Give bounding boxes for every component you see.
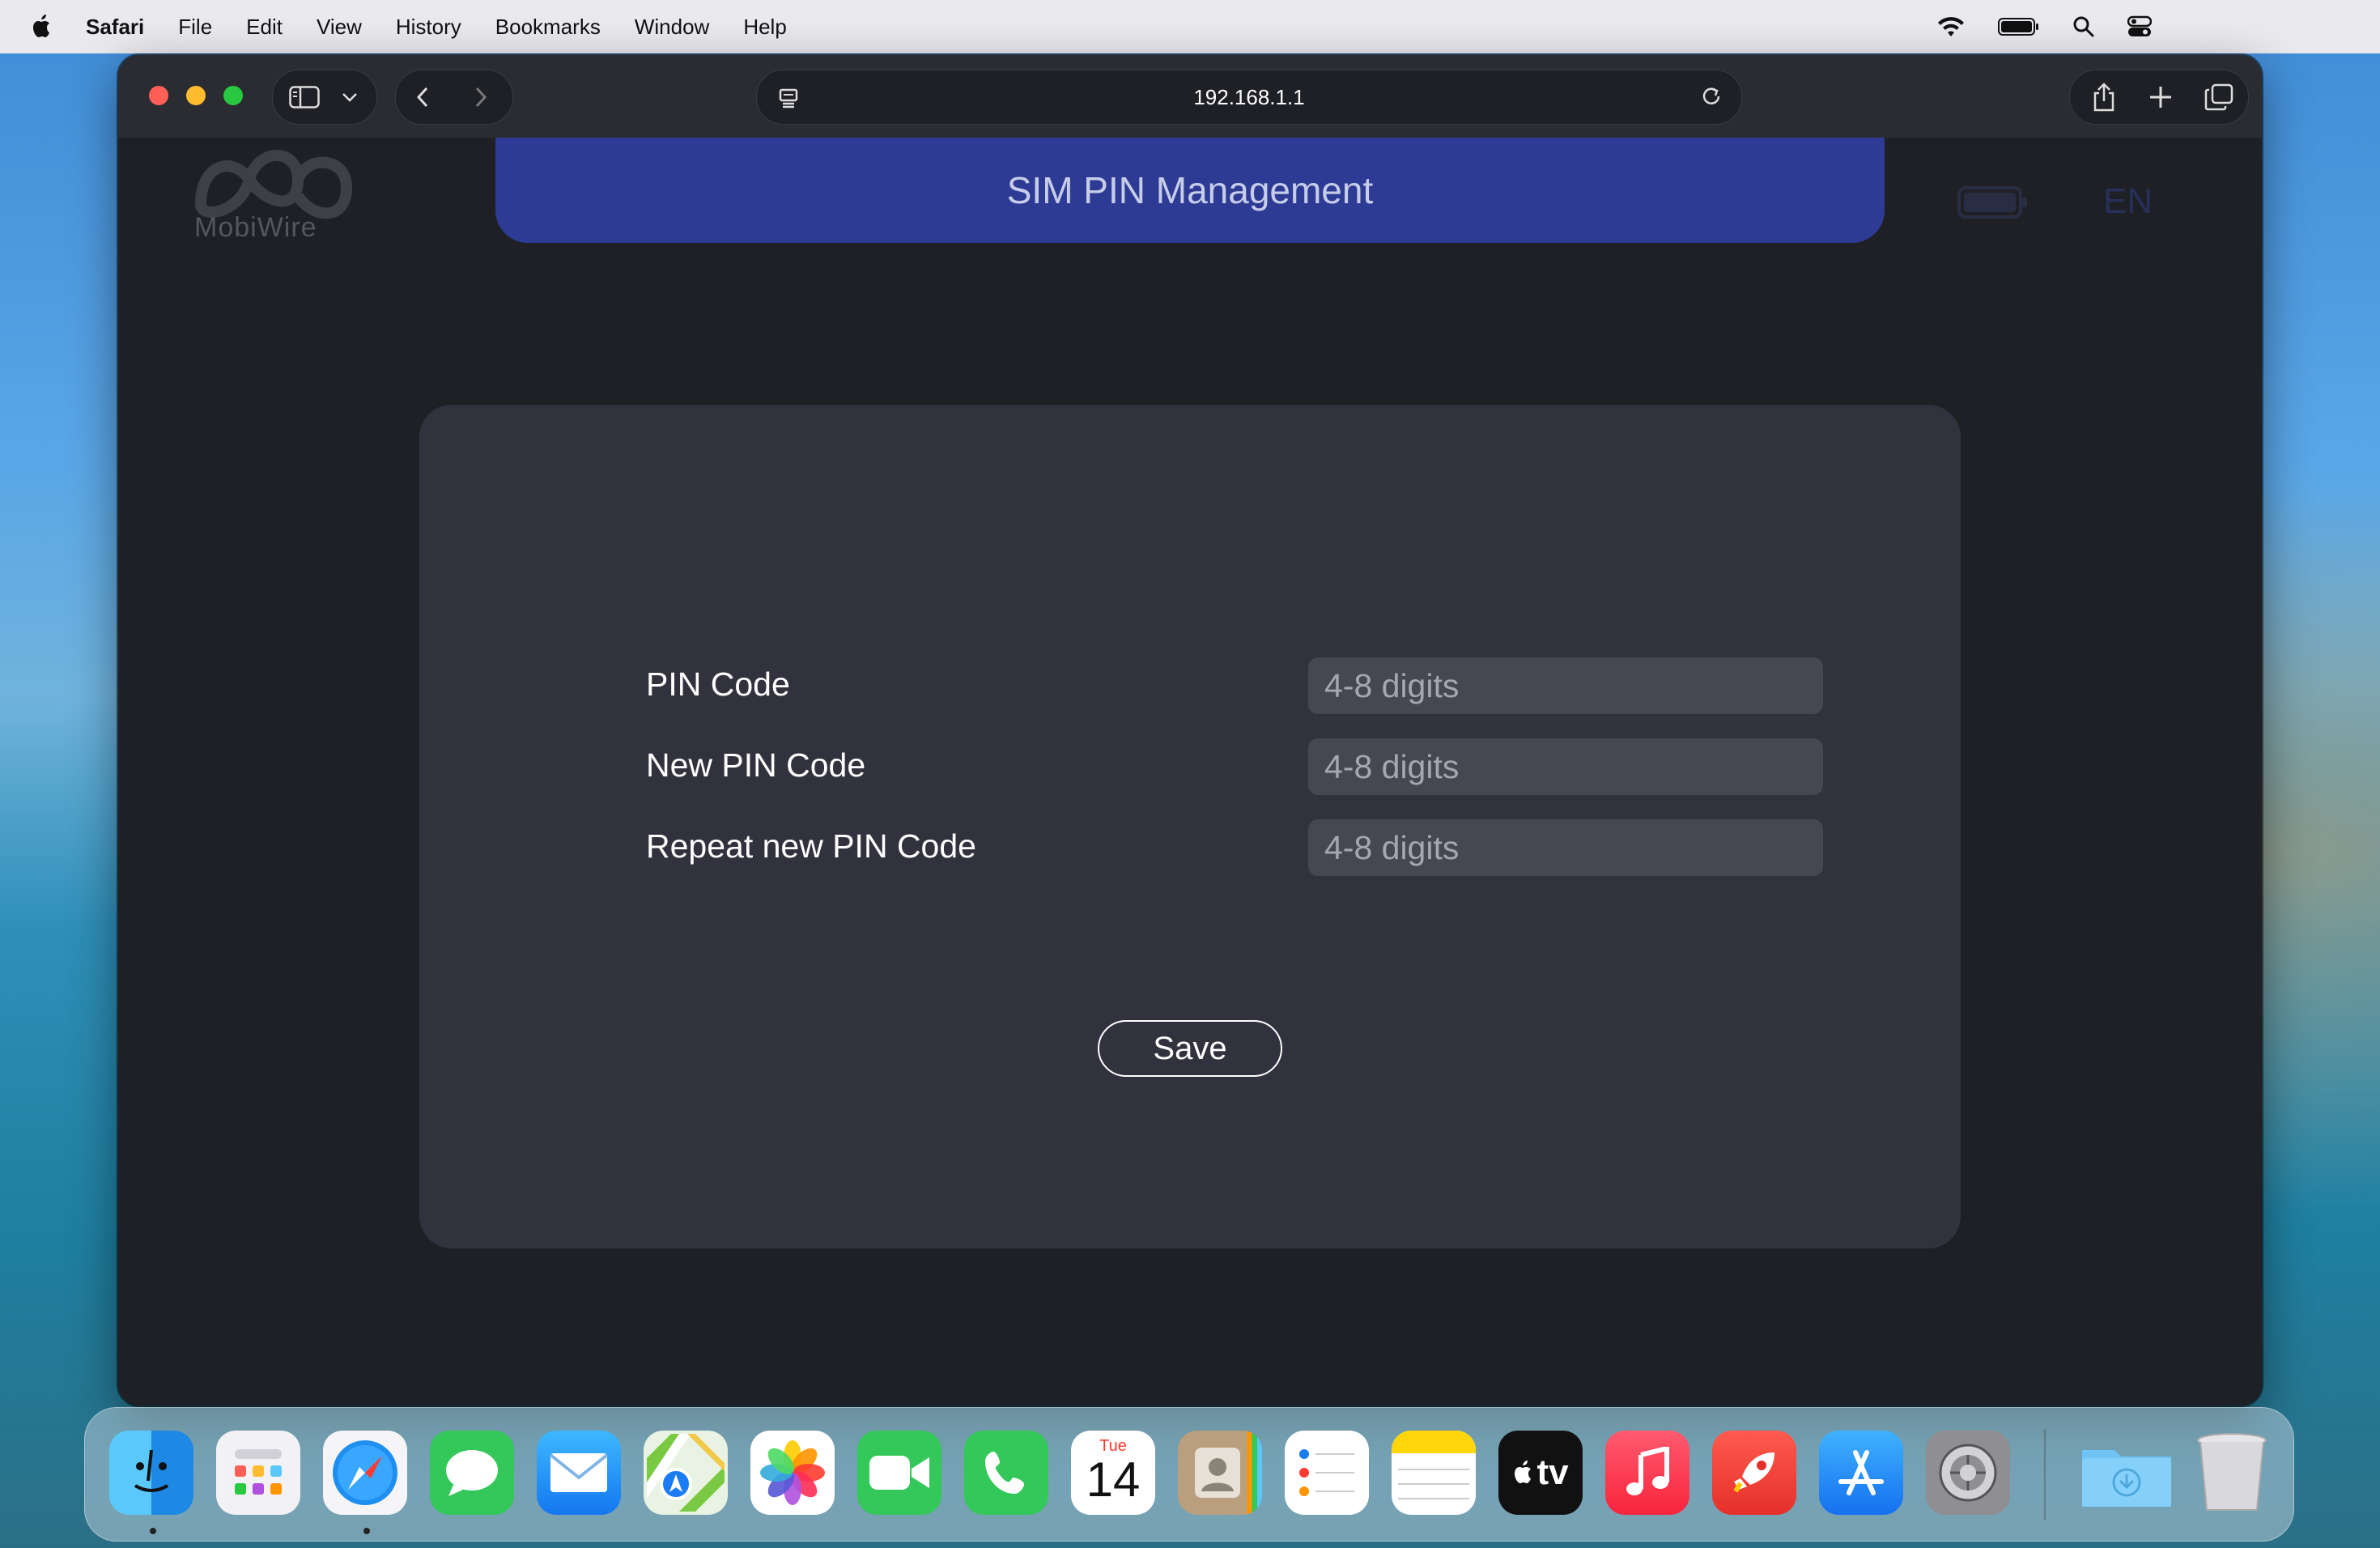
reminders-icon[interactable]: [1285, 1431, 1369, 1515]
new-tab-icon[interactable]: [2148, 84, 2174, 114]
search-icon[interactable]: [2072, 15, 2095, 38]
menu-help[interactable]: Help: [743, 15, 786, 40]
apple-icon[interactable]: [31, 13, 55, 40]
music-icon[interactable]: [1605, 1431, 1689, 1515]
menu-file[interactable]: File: [178, 15, 212, 40]
trash-icon[interactable]: [2190, 1431, 2274, 1515]
pin-code-row: PIN Code: [419, 657, 1961, 714]
sidebar-icon[interactable]: [289, 86, 320, 113]
navigation-group: [395, 70, 513, 125]
mail-icon[interactable]: [537, 1431, 621, 1515]
system-settings-icon[interactable]: [1926, 1431, 2010, 1515]
zoom-window-button[interactable]: [223, 86, 243, 105]
battery-icon[interactable]: [1998, 16, 2040, 37]
menu-app-name[interactable]: Safari: [86, 15, 144, 40]
chevron-down-icon[interactable]: [341, 91, 359, 107]
sidebar-toggle-group: [272, 70, 377, 125]
page-title-banner: SIM PIN Management: [495, 138, 1885, 243]
tv-icon[interactable]: tv: [1498, 1431, 1583, 1515]
calendar-date: 14: [1086, 1452, 1141, 1507]
repeat-pin-code-label: Repeat new PIN Code: [646, 827, 976, 865]
photos-icon[interactable]: [750, 1431, 835, 1515]
safari-icon[interactable]: [323, 1431, 407, 1515]
dock-divider: [2044, 1429, 2046, 1520]
maps-icon[interactable]: [644, 1431, 728, 1515]
contacts-icon[interactable]: [1178, 1431, 1262, 1515]
battery-status-icon: [1957, 185, 2030, 224]
reload-icon[interactable]: [1701, 87, 1723, 113]
menu-bookmarks[interactable]: Bookmarks: [495, 15, 601, 40]
phone-icon[interactable]: [964, 1431, 1048, 1515]
new-pin-code-row: New PIN Code: [419, 738, 1961, 795]
messages-icon[interactable]: [430, 1431, 514, 1515]
right-toolbar-group: [2069, 70, 2249, 125]
rocket-icon[interactable]: [1712, 1431, 1796, 1515]
pin-code-input[interactable]: [1308, 657, 1823, 714]
address-bar[interactable]: 192.168.1.1: [756, 70, 1742, 125]
calendar-icon[interactable]: Tue 14: [1071, 1431, 1155, 1515]
tv-label: tv: [1536, 1452, 1569, 1492]
pin-code-label: PIN Code: [646, 666, 790, 703]
launchpad-icon[interactable]: [216, 1431, 300, 1515]
menu-window[interactable]: Window: [635, 15, 709, 40]
app-store-icon[interactable]: [1819, 1431, 1903, 1515]
browser-toolbar: 192.168.1.1: [118, 55, 2262, 138]
repeat-pin-code-row: Repeat new PIN Code: [419, 819, 1961, 876]
wifi-icon[interactable]: [1936, 15, 1966, 38]
facetime-icon[interactable]: [857, 1431, 941, 1515]
control-center-icon[interactable]: [2127, 15, 2152, 38]
logo-text: MobiWire: [194, 212, 317, 243]
new-pin-code-input[interactable]: [1308, 738, 1823, 795]
repeat-pin-code-input[interactable]: [1308, 819, 1823, 876]
close-window-button[interactable]: [149, 86, 168, 105]
notes-icon[interactable]: [1392, 1431, 1476, 1515]
back-icon[interactable]: [415, 86, 430, 113]
tab-overview-icon[interactable]: [2204, 83, 2233, 115]
url-text[interactable]: 192.168.1.1: [757, 70, 1741, 124]
dock: Tue 14 tv: [84, 1407, 2294, 1542]
menu-edit[interactable]: Edit: [246, 15, 283, 40]
web-page: MobiWire SIM PIN Management EN PIN Code …: [118, 138, 2262, 1406]
downloads-folder-icon[interactable]: [2078, 1431, 2175, 1515]
forward-icon[interactable]: [474, 86, 488, 113]
pin-form-card: PIN Code New PIN Code Repeat new PIN Cod…: [419, 405, 1961, 1248]
menu-history[interactable]: History: [396, 15, 461, 40]
page-title: SIM PIN Management: [1006, 169, 1374, 211]
finder-icon[interactable]: [109, 1431, 193, 1515]
browser-window: 192.168.1.1 MobiWire SIM PIN Management: [118, 55, 2262, 1406]
new-pin-code-label: New PIN Code: [646, 746, 866, 784]
language-selector[interactable]: EN: [2103, 181, 2153, 222]
menu-view[interactable]: View: [317, 15, 362, 40]
menu-bar: Safari File Edit View History Bookmarks …: [0, 0, 2380, 53]
share-icon[interactable]: [2091, 82, 2117, 117]
minimize-window-button[interactable]: [186, 86, 206, 105]
save-button[interactable]: Save: [1098, 1020, 1282, 1077]
